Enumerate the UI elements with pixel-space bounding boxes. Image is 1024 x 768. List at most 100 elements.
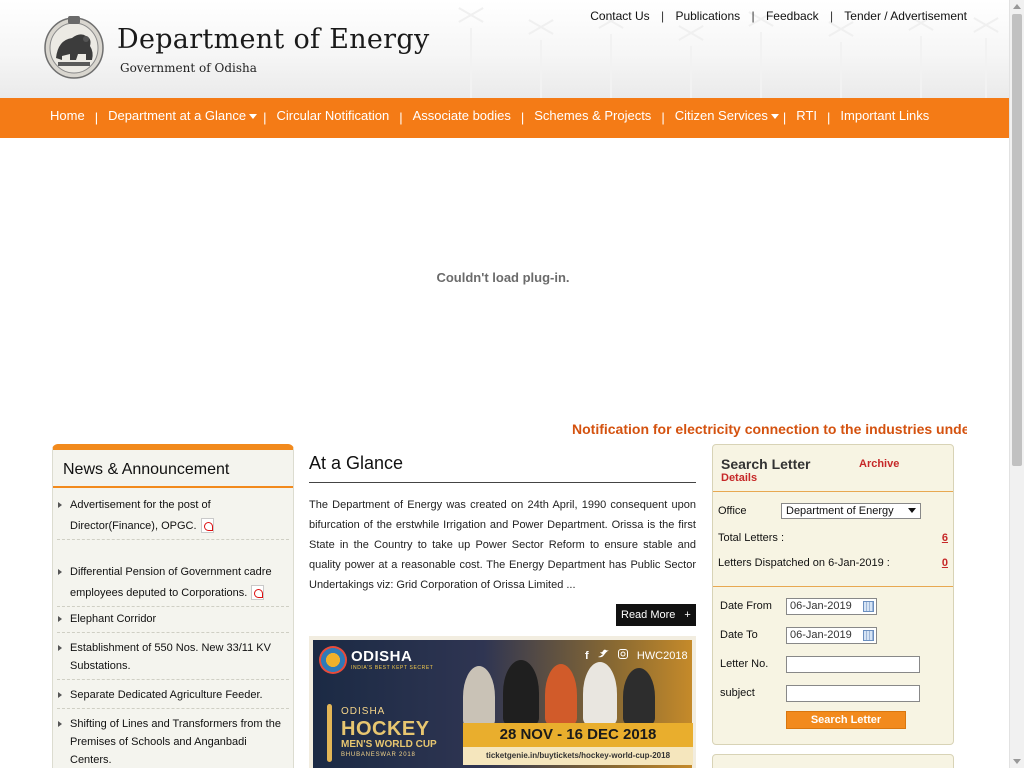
windmill-decoration [760, 32, 762, 98]
vertical-scrollbar[interactable] [1009, 0, 1024, 768]
news-item[interactable]: Differential Pension of Government cadre… [57, 563, 289, 607]
office-select[interactable]: Department of Energy [781, 503, 921, 519]
scroll-down-arrow-icon[interactable] [1013, 759, 1021, 764]
nav-schemes-projects[interactable]: Schemes & Projects [534, 108, 651, 123]
archive-link[interactable]: Archive [859, 458, 899, 470]
bullet-arrow-icon [58, 645, 62, 651]
scroll-up-arrow-icon[interactable] [1013, 4, 1021, 9]
main-nav: Home | Department at a Glance | Circular Not… [0, 98, 1009, 138]
feedback-link[interactable]: Feedback [766, 9, 819, 23]
hockey-stick-icon [327, 704, 332, 762]
divider [309, 482, 696, 483]
banner-social-row: f HWC2018 [585, 649, 688, 662]
subject-label: subject [720, 687, 755, 699]
bullet-arrow-icon [58, 502, 62, 508]
nav-associate-bodies[interactable]: Associate bodies [413, 108, 511, 123]
separator: | [751, 9, 755, 23]
nav-separator: | [661, 110, 665, 125]
divider [713, 491, 953, 492]
scrollbar-thumb[interactable] [1012, 14, 1022, 466]
news-marquee[interactable]: Notification for electricity connection … [52, 418, 967, 440]
instagram-icon [617, 649, 628, 662]
date-from-label: Date From [720, 600, 772, 612]
banner-url: ticketgenie.in/buytickets/hockey-world-c… [463, 747, 693, 765]
pdf-icon[interactable] [200, 518, 214, 533]
news-panel-title: News & Announcement [63, 461, 230, 478]
caret-down-icon [770, 114, 779, 119]
date-to-value: 06-Jan-2019 [790, 629, 852, 641]
separator: | [660, 9, 665, 23]
news-item[interactable]: Separate Dedicated Agriculture Feeder. [57, 686, 289, 709]
office-select-value: Department of Energy [786, 505, 894, 517]
page: Department of Energy Government of Odish… [0, 0, 1024, 768]
nav-rti-label: RTI [796, 108, 818, 123]
glance-title: At a Glance [309, 453, 404, 473]
letters-dispatched-count[interactable]: 0 [942, 557, 948, 569]
publications-link[interactable]: Publications [675, 9, 740, 23]
banner-event-line1: ODISHA [341, 706, 386, 717]
read-more-button[interactable]: Read More + [616, 604, 696, 626]
tender-advertisement-link[interactable]: Tender / Advertisement [844, 9, 967, 23]
date-to-input[interactable]: 06-Jan-2019 [786, 627, 877, 644]
news-panel: News & Announcement Advertisement for th… [52, 444, 294, 768]
top-links: Contact Us | Publications | Feedback | T… [590, 9, 967, 23]
nav-circular-notification[interactable]: Circular Notification [277, 108, 390, 123]
news-item-text: Shifting of Lines and Transformers from … [70, 718, 281, 766]
odisha-emblem-logo [44, 16, 104, 79]
facebook-icon: f [585, 650, 589, 662]
news-item[interactable]: Advertisement for the post of Director(F… [57, 496, 289, 540]
nav-schemes-label: Schemes & Projects [534, 108, 652, 123]
nav-separator: | [520, 110, 525, 125]
nav-department-at-a-glance[interactable]: Department at a Glance [108, 108, 258, 123]
calendar-icon[interactable] [863, 630, 874, 641]
subject-input[interactable] [786, 685, 920, 702]
calendar-icon[interactable] [863, 601, 874, 612]
news-item-text: Establishment of 550 Nos. New 33/11 KV S… [70, 642, 271, 672]
nav-citizen-services[interactable]: Citizen Services [675, 108, 779, 123]
banner-hashtag: HWC2018 [636, 650, 688, 662]
banner-dates: 28 NOV - 16 DEC 2018 [463, 723, 693, 747]
letter-no-input[interactable] [786, 656, 920, 673]
banner-image: ODISHA INDIA'S BEST KEPT SECRET f HWC201… [313, 640, 693, 768]
banner-tagline: INDIA'S BEST KEPT SECRET [351, 665, 434, 671]
news-item[interactable]: Shifting of Lines and Transformers from … [57, 715, 289, 768]
caret-down-icon [249, 114, 258, 119]
search-letter-title: Search Letter [721, 456, 811, 472]
nav-separator: | [827, 110, 831, 125]
player-figure [545, 664, 577, 726]
hockey-world-cup-banner[interactable]: ODISHA INDIA'S BEST KEPT SECRET f HWC201… [309, 636, 696, 768]
office-label: Office [718, 505, 747, 517]
nav-separator: | [263, 110, 267, 125]
news-item[interactable]: Establishment of 550 Nos. New 33/11 KV S… [57, 639, 289, 680]
pdf-icon[interactable] [251, 585, 265, 600]
details-link[interactable]: Details [721, 472, 757, 484]
player-figure [623, 668, 655, 726]
bullet-arrow-icon [58, 569, 62, 575]
nav-department-label: Department at a Glance [108, 108, 247, 123]
nav-separator: | [94, 110, 99, 125]
windmill-decoration [690, 46, 692, 98]
nav-home[interactable]: Home [50, 108, 85, 123]
windmill-decoration [540, 40, 542, 98]
date-from-value: 06-Jan-2019 [790, 600, 852, 612]
nav-separator: | [782, 110, 787, 125]
contact-us-link[interactable]: Contact Us [590, 9, 649, 23]
glance-body: The Department of Energy was created on … [309, 499, 696, 591]
total-letters-count[interactable]: 6 [942, 532, 948, 544]
nav-circular-label: Circular Notification [276, 108, 390, 123]
nav-important-links[interactable]: Important Links [840, 108, 929, 123]
nav-rti[interactable]: RTI [796, 108, 817, 123]
plugin-placeholder[interactable]: Couldn't load plug-in. [0, 138, 1009, 418]
search-letter-button[interactable]: Search Letter [786, 711, 906, 729]
site-subtitle: Government of Odisha [120, 61, 257, 75]
banner-event-line4: BHUBANESWAR 2018 [341, 752, 416, 758]
marquee-text[interactable]: Notification for electricity connection … [572, 421, 967, 437]
letter-no-label: Letter No. [720, 658, 769, 670]
nav-important-label: Important Links [840, 108, 930, 123]
news-item[interactable]: Elephant Corridor [57, 610, 289, 633]
letters-dispatched-label: Letters Dispatched on 6-Jan-2019 : [718, 557, 890, 569]
player-figure [503, 660, 539, 726]
date-from-input[interactable]: 06-Jan-2019 [786, 598, 877, 615]
plugin-error-message: Couldn't load plug-in. [436, 270, 570, 285]
search-letter-panel: Search Letter Archive Details Office Dep… [712, 444, 954, 745]
